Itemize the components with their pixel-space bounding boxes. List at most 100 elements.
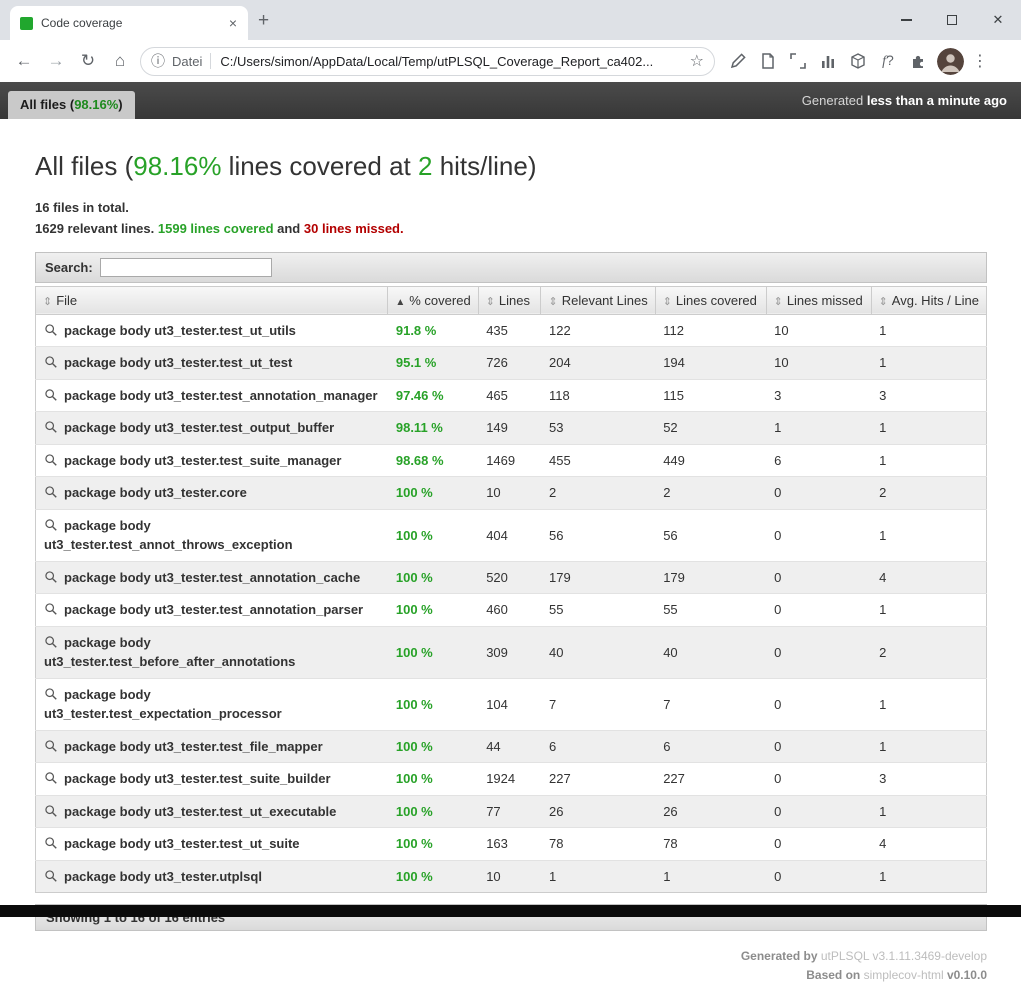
file-link[interactable]: package bodyut3_tester.test_expectation_… (36, 678, 388, 730)
avg-hits-cell: 1 (871, 730, 986, 763)
percent-covered-cell: 98.11 % (388, 412, 478, 445)
based-on-line: Based on simplecov-html v0.10.0 (35, 966, 987, 984)
forward-icon[interactable]: → (40, 51, 72, 71)
avg-hits-cell: 3 (871, 379, 986, 412)
maximize-button[interactable] (929, 0, 975, 40)
file-link[interactable]: package body ut3_tester.test_ut_executab… (36, 795, 388, 828)
percent-covered-cell: 100 % (388, 678, 478, 730)
lines-cell: 44 (478, 730, 541, 763)
file-link[interactable]: package bodyut3_tester.test_before_after… (36, 626, 388, 678)
magnifier-icon (44, 771, 58, 785)
file-link[interactable]: package body ut3_tester.test_ut_utils (36, 314, 388, 347)
table-row: package body ut3_tester.test_ut_test 95.… (36, 347, 987, 380)
table-row: package body ut3_tester.utplsql 100 % 10… (36, 860, 987, 893)
browser-tab-strip: Code coverage × + ✕ (0, 0, 1021, 40)
puzzle-extension-icon[interactable] (903, 46, 933, 76)
column-label: Lines covered (676, 293, 757, 308)
tab-close-icon[interactable]: × (224, 15, 242, 31)
bookmark-star-icon[interactable]: ☆ (690, 51, 704, 71)
table-row: package body ut3_tester.test_ut_executab… (36, 795, 987, 828)
utplsql-link[interactable]: utPLSQL v3.1.11.3469-develop (821, 949, 987, 963)
file-link[interactable]: package bodyut3_tester.test_annot_throws… (36, 509, 388, 561)
capture-extension-icon[interactable] (783, 46, 813, 76)
report-credits: Generated by utPLSQL v3.1.11.3469-develo… (35, 947, 987, 984)
file-link[interactable]: package body ut3_tester.test_annotation_… (36, 379, 388, 412)
file-link[interactable]: package body ut3_tester.core (36, 477, 388, 510)
magnifier-icon (44, 739, 58, 753)
back-icon[interactable]: ← (8, 51, 40, 71)
file-link[interactable]: package body ut3_tester.test_suite_manag… (36, 444, 388, 477)
table-row: package body ut3_tester.test_annotation_… (36, 561, 987, 594)
file-link[interactable]: package body ut3_tester.test_suite_build… (36, 763, 388, 796)
package-extension-icon[interactable] (843, 46, 873, 76)
pen-extension-icon[interactable] (723, 46, 753, 76)
relevant-lines-cell: 78 (541, 828, 655, 861)
refresh-icon[interactable]: ↻ (72, 51, 104, 71)
simplecov-html-link[interactable]: simplecov-html (864, 968, 944, 982)
lines-cell: 10 (478, 477, 541, 510)
close-button[interactable]: ✕ (975, 0, 1021, 40)
column-header-relevant-lines[interactable]: ⇕Relevant Lines (541, 286, 655, 314)
table-row: package bodyut3_tester.test_expectation_… (36, 678, 987, 730)
relevant-lines-cell: 40 (541, 626, 655, 678)
url-scheme-label: Datei (172, 54, 202, 69)
percent-covered-cell: 100 % (388, 626, 478, 678)
new-tab-button[interactable]: + (258, 11, 269, 30)
avg-hits-cell: 1 (871, 860, 986, 893)
relevant-lines-cell: 53 (541, 412, 655, 445)
column-header-percent-covered[interactable]: ▲% covered (388, 286, 478, 314)
lines-covered-cell: 179 (655, 561, 766, 594)
relevant-lines-cell: 26 (541, 795, 655, 828)
coverage-table-body: package body ut3_tester.test_ut_utils 91… (36, 314, 987, 893)
profile-avatar[interactable] (937, 48, 964, 75)
search-input[interactable] (100, 258, 272, 277)
table-row: package bodyut3_tester.test_before_after… (36, 626, 987, 678)
lines-covered-cell: 26 (655, 795, 766, 828)
minimize-button[interactable] (883, 0, 929, 40)
lines-covered-cell: 194 (655, 347, 766, 380)
tab-all-files[interactable]: All files (98.16%) (8, 91, 135, 119)
lines-covered-cell: 40 (655, 626, 766, 678)
browser-tab[interactable]: Code coverage × (10, 6, 248, 40)
page-info-icon[interactable]: ⓘ (151, 51, 165, 71)
avg-hits-cell: 4 (871, 561, 986, 594)
file-name: package body ut3_tester.test_annotation_… (64, 602, 363, 617)
percent-covered-cell: 100 % (388, 730, 478, 763)
column-header-file[interactable]: ⇕File (36, 286, 388, 314)
lines-cell: 1924 (478, 763, 541, 796)
browser-menu-icon[interactable]: ⋮ (968, 51, 992, 71)
file-link[interactable]: package body ut3_tester.utplsql (36, 860, 388, 893)
magnifier-icon (44, 602, 58, 616)
lines-covered-cell: 52 (655, 412, 766, 445)
function-extension-icon[interactable]: f? (873, 46, 903, 76)
file-link[interactable]: package body ut3_tester.test_ut_suite (36, 828, 388, 861)
table-row: package body ut3_tester.test_ut_utils 91… (36, 314, 987, 347)
avg-hits-cell: 1 (871, 444, 986, 477)
relevant-lines-cell: 2 (541, 477, 655, 510)
table-row: package body ut3_tester.test_suite_manag… (36, 444, 987, 477)
tab-title: Code coverage (41, 16, 224, 30)
column-header-lines-covered[interactable]: ⇕Lines covered (655, 286, 766, 314)
generated-by-line: Generated by utPLSQL v3.1.11.3469-develo… (35, 947, 987, 966)
magnifier-icon (44, 687, 58, 701)
stats-extension-icon[interactable] (813, 46, 843, 76)
pdf-extension-icon[interactable] (753, 46, 783, 76)
file-link[interactable]: package body ut3_tester.test_output_buff… (36, 412, 388, 445)
column-header-lines-missed[interactable]: ⇕Lines missed (766, 286, 871, 314)
magnifier-icon (44, 518, 58, 532)
based-on-version: v0.10.0 (947, 968, 987, 982)
address-bar[interactable]: ⓘ Datei C:/Users/simon/AppData/Local/Tem… (140, 47, 715, 76)
file-link[interactable]: package body ut3_tester.test_annotation_… (36, 561, 388, 594)
column-header-avg-hits[interactable]: ⇕Avg. Hits / Line (871, 286, 986, 314)
home-icon[interactable]: ⌂ (104, 51, 136, 71)
file-link[interactable]: package body ut3_tester.test_annotation_… (36, 594, 388, 627)
lines-missed-cell: 0 (766, 678, 871, 730)
column-header-lines[interactable]: ⇕Lines (478, 286, 541, 314)
lines-summary: 1629 relevant lines. 1599 lines covered … (35, 219, 987, 240)
search-label: Search: (45, 260, 93, 275)
file-link[interactable]: package body ut3_tester.test_ut_test (36, 347, 388, 380)
lines-cell: 1469 (478, 444, 541, 477)
file-link[interactable]: package body ut3_tester.test_file_mapper (36, 730, 388, 763)
generated-timestamp: Generated less than a minute ago (802, 93, 1007, 108)
url-text[interactable]: C:/Users/simon/AppData/Local/Temp/utPLSQ… (220, 54, 683, 69)
